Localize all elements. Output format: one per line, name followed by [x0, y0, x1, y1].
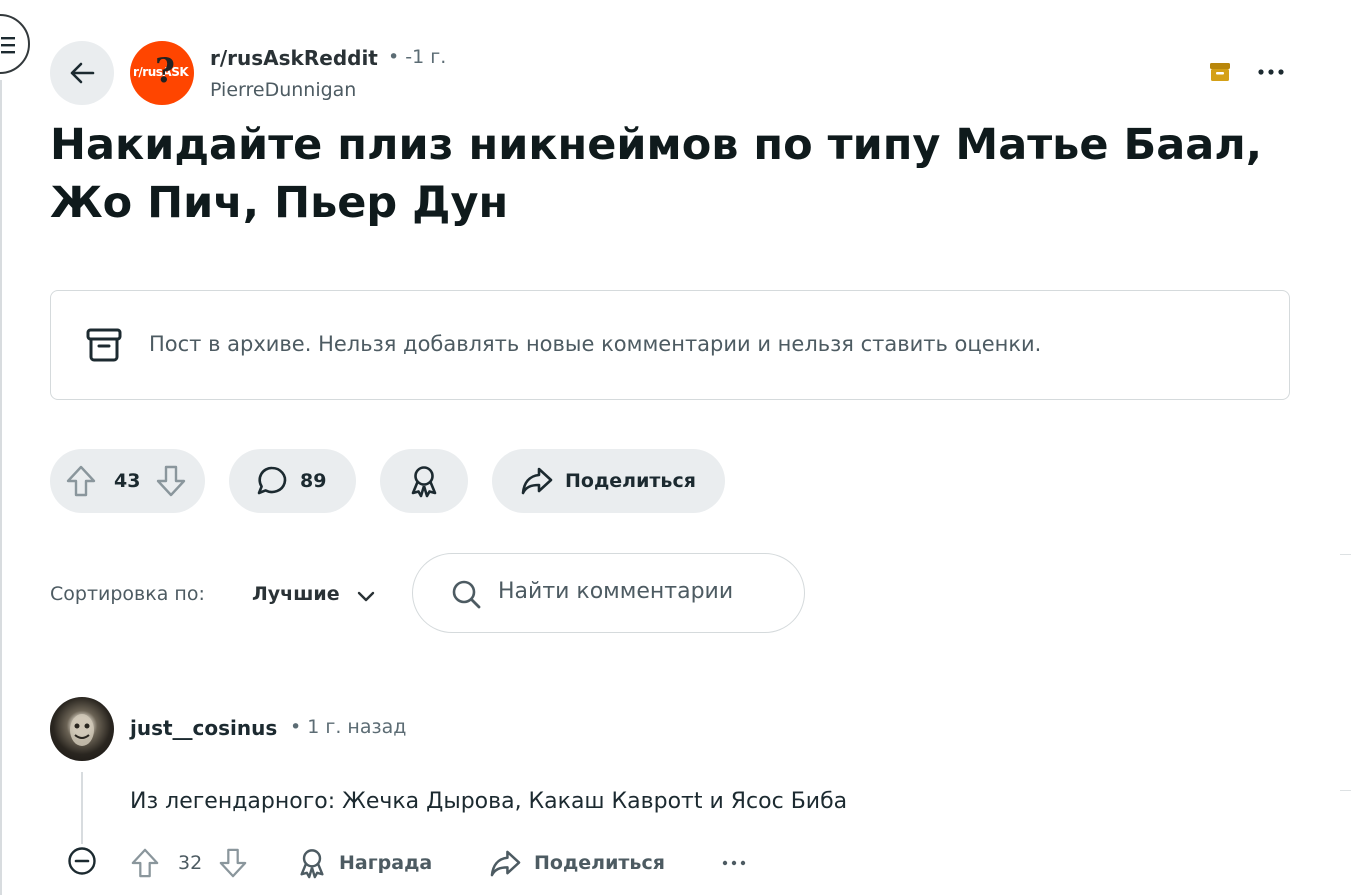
comment-time: • 1 г. назад [290, 716, 407, 738]
post-title: Накидайте плиз никнеймов по типу Матье Б… [50, 120, 1263, 228]
more-icon [1258, 69, 1284, 75]
right-divider [1340, 790, 1351, 791]
comments-button[interactable]: 89 [229, 449, 356, 513]
back-arrow-icon [70, 62, 95, 84]
menu-icon [1, 37, 15, 54]
upvote-icon[interactable] [130, 847, 160, 879]
comment-more-button[interactable] [722, 846, 746, 880]
archive-badge [1208, 60, 1232, 88]
more-options-button[interactable] [1256, 60, 1286, 88]
subreddit-name[interactable]: r/rusAskReddit [210, 46, 378, 70]
search-placeholder: Найти комментарии [498, 579, 734, 604]
menu-button[interactable] [0, 14, 30, 74]
comment-share-label: Поделиться [534, 852, 665, 874]
collapse-icon[interactable] [67, 846, 97, 876]
chevron-down-icon[interactable] [356, 586, 376, 606]
archive-notice: Пост в архиве. Нельзя добавлять новые ко… [50, 290, 1290, 400]
sidebar-divider [0, 80, 2, 895]
more-icon [722, 860, 746, 866]
vote-count: 43 [114, 470, 141, 492]
comment-award-button[interactable]: Награда [297, 846, 432, 880]
search-icon [452, 580, 481, 609]
comment-vote-count: 32 [178, 852, 203, 874]
share-icon [521, 467, 553, 495]
upvote-icon[interactable] [65, 464, 97, 498]
subreddit-avatar[interactable]: r/rusASK ? [130, 41, 194, 105]
comment-share-button[interactable]: Поделиться [489, 846, 665, 880]
post-author[interactable]: PierreDunnigan [210, 79, 356, 101]
comment-vote-control: 32 [130, 846, 248, 880]
back-button[interactable] [50, 41, 114, 105]
archive-notice-text: Пост в архиве. Нельзя добавлять новые ко… [149, 332, 1042, 356]
comment-icon [257, 466, 287, 495]
award-label: Награда [339, 852, 433, 874]
thread-line[interactable] [81, 772, 83, 844]
sort-label: Сортировка по: [50, 583, 205, 605]
award-button[interactable] [380, 449, 468, 513]
share-label: Поделиться [565, 470, 696, 492]
vote-control: 43 [50, 449, 205, 513]
post-time: • -1 г. [388, 46, 447, 68]
comment-username[interactable]: just__cosinus [130, 716, 277, 740]
subreddit-logo-mark: ? [155, 51, 175, 91]
comment-text: Из легендарного: Жечка Дырова, Какаш Кав… [130, 789, 848, 814]
share-icon [490, 850, 521, 876]
award-icon [300, 849, 324, 879]
right-divider [1340, 554, 1351, 555]
award-icon [411, 466, 437, 498]
downvote-icon[interactable] [218, 847, 248, 879]
comment-avatar[interactable] [50, 697, 114, 761]
share-button[interactable]: Поделиться [492, 449, 725, 513]
archive-icon [86, 328, 122, 362]
downvote-icon[interactable] [155, 464, 187, 498]
comment-count: 89 [300, 470, 327, 492]
archive-icon [1210, 63, 1230, 81]
sort-dropdown[interactable]: Лучшие [252, 583, 340, 605]
search-comments-input[interactable]: Найти комментарии [412, 553, 805, 633]
